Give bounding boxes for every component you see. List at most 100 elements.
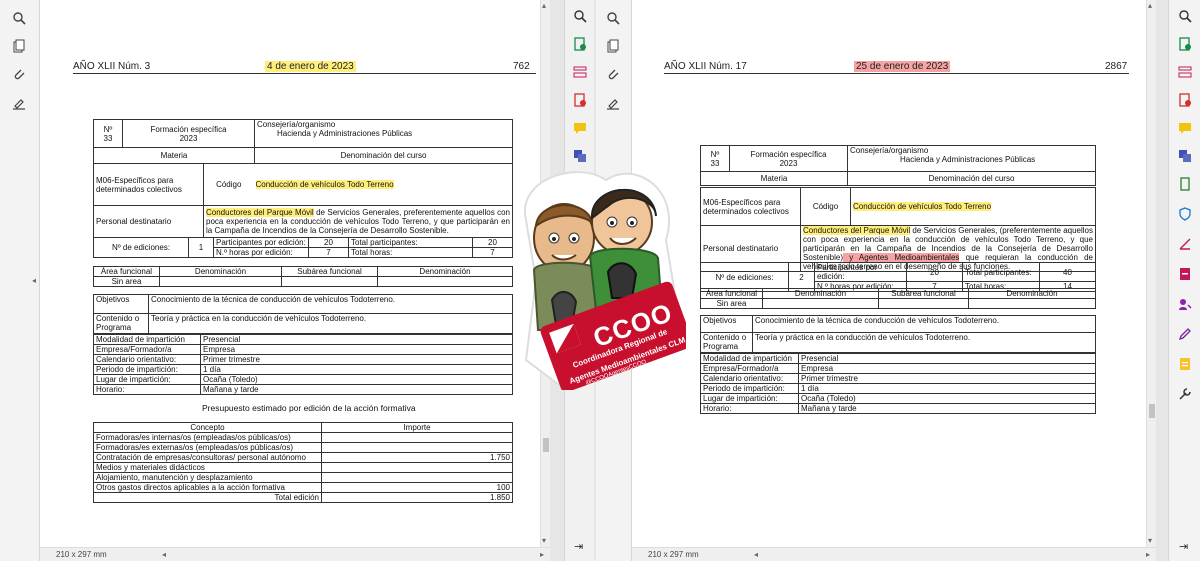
ccoo-sticker: CCOO Coordinadora Regional de Agentes Me… bbox=[506, 160, 687, 390]
attachment-icon[interactable] bbox=[605, 66, 621, 82]
detail-label: Modalidad de impartición bbox=[93, 334, 201, 345]
course-info-table: Nº 33 Formación específica 2023 Consejería… bbox=[700, 145, 1096, 186]
horas-edicion-label: N.º horas por edición: bbox=[213, 247, 309, 258]
comment-icon[interactable] bbox=[572, 120, 588, 136]
scroll-left-icon[interactable]: ◂ bbox=[162, 550, 166, 559]
attachment-icon[interactable] bbox=[11, 66, 27, 82]
scroll-up-icon[interactable]: ▴ bbox=[1148, 1, 1152, 10]
scroll-thumb[interactable] bbox=[543, 438, 549, 452]
export-pdf-icon[interactable] bbox=[1177, 36, 1193, 52]
total-edicion-label: Total edición bbox=[93, 492, 322, 503]
scroll-up-icon[interactable]: ▴ bbox=[542, 1, 546, 10]
signature-icon[interactable] bbox=[11, 96, 27, 112]
materia-value: M06-Específicos para determinados colect… bbox=[700, 187, 801, 226]
share-icon[interactable] bbox=[1177, 296, 1193, 312]
edit-pdf-icon[interactable] bbox=[1177, 92, 1193, 108]
denominacion-curso-label: Denominación del curso bbox=[254, 147, 513, 164]
zoom-icon[interactable] bbox=[572, 8, 588, 24]
personal-highlight: Conductores del Parque Móvil bbox=[206, 208, 314, 217]
right-vertical-scrollbar[interactable]: ▴ ▾ bbox=[1146, 0, 1156, 547]
budget-concepto: Contratación de empresas/consultoras/ pe… bbox=[93, 452, 322, 463]
publication-date: 4 de enero de 2023 bbox=[265, 61, 356, 72]
objetivos-table: Objetivos Conocimiento de la técnica de … bbox=[93, 294, 513, 334]
importe-label: Importe bbox=[321, 422, 513, 433]
materia-label: Materia bbox=[93, 147, 255, 164]
budget-row: Formadoras/es internas/os (empleadas/os … bbox=[93, 432, 513, 443]
objetivos-table: Objetivos Conocimiento de la técnica de … bbox=[700, 315, 1096, 353]
edit-pdf-icon[interactable] bbox=[572, 92, 588, 108]
zoom-icon[interactable] bbox=[1177, 8, 1193, 24]
area-value: Sin area bbox=[700, 298, 763, 309]
concepto-label: Concepto bbox=[93, 422, 322, 433]
compress-icon[interactable] bbox=[1177, 176, 1193, 192]
search-icon[interactable] bbox=[11, 10, 27, 26]
signature-icon[interactable] bbox=[605, 96, 621, 112]
tools-icon[interactable] bbox=[1177, 386, 1193, 402]
journal-header: AÑO XLII Núm. 17 bbox=[664, 61, 747, 72]
part-edicion-value: 20 bbox=[906, 262, 963, 282]
personal-added-text: y Agentes Medioambientales bbox=[843, 253, 960, 262]
objetivos-label: Objetivos bbox=[93, 294, 149, 314]
presupuesto-title: Presupuesto estimado por edición de la a… bbox=[202, 403, 416, 413]
detail-value: Primer trimestre bbox=[200, 354, 513, 365]
journal-header: AÑO XLII Núm. 3 bbox=[73, 61, 151, 72]
materia-table: M06-Específicos para determinados colect… bbox=[700, 187, 1096, 272]
total-horas-label: Total horas: bbox=[348, 247, 473, 258]
detail-label: Horario: bbox=[700, 403, 799, 414]
contenido-value: Teoría y práctica en la conducción de ve… bbox=[752, 332, 1096, 353]
denominacion-label: Denominación bbox=[159, 266, 282, 277]
protect-icon[interactable] bbox=[1177, 206, 1193, 222]
search-icon[interactable] bbox=[605, 10, 621, 26]
expand-arrow-icon[interactable]: ⇥ bbox=[1179, 540, 1188, 553]
pages-icon[interactable] bbox=[11, 38, 27, 54]
total-part-label: Total participantes: bbox=[348, 237, 473, 248]
detail-label: Periodo de impartición: bbox=[700, 383, 799, 394]
objetivos-value: Conocimiento de la técnica de conducción… bbox=[148, 294, 513, 314]
edit-icon[interactable] bbox=[1177, 326, 1193, 342]
export-pdf-icon[interactable] bbox=[572, 36, 588, 52]
budget-concepto: Alojamiento, manutención y desplazamient… bbox=[93, 472, 322, 483]
fill-sign-icon[interactable] bbox=[1177, 236, 1193, 252]
translate-icon[interactable] bbox=[1177, 148, 1193, 164]
budget-importe bbox=[321, 432, 513, 443]
detail-row: Horario: Mañana y tarde bbox=[700, 403, 1096, 414]
budget-row: Contratación de empresas/consultoras/ pe… bbox=[93, 452, 513, 463]
fill-icon[interactable] bbox=[1177, 356, 1193, 372]
right-viewer: AÑO XLII Núm. 17 25 de enero de 2023 286… bbox=[596, 0, 1200, 561]
detail-row: Calendario orientativo: Primer trimestre bbox=[700, 373, 1096, 384]
budget-importe: 1.750 bbox=[321, 452, 513, 463]
area-table: Área funcional Denominación Subárea func… bbox=[700, 288, 1096, 309]
ediciones-table: Nº de ediciones: 1 Participantes por edi… bbox=[93, 237, 513, 258]
consejeria-label: Consejería/organismo bbox=[257, 120, 336, 129]
detail-label: Empresa/Formador/a bbox=[93, 344, 201, 355]
scroll-down-icon[interactable]: ▾ bbox=[1148, 536, 1152, 545]
detail-row: Empresa/Formador/a Empresa bbox=[700, 363, 1096, 374]
scroll-thumb[interactable] bbox=[1149, 404, 1155, 418]
scroll-right-icon[interactable]: ▸ bbox=[540, 550, 544, 559]
organize-icon[interactable] bbox=[1177, 64, 1193, 80]
detail-row: Periodo de impartición: 1 día bbox=[93, 364, 513, 375]
course-info-table: Nº 33 Formación específica 2023 Consejería… bbox=[93, 119, 513, 164]
scroll-right-icon[interactable]: ▸ bbox=[1146, 550, 1150, 559]
scroll-left-icon[interactable]: ◂ bbox=[754, 550, 758, 559]
collapse-arrow-icon[interactable]: ◂ bbox=[32, 276, 36, 285]
denominacion-curso-label: Denominación del curso bbox=[847, 171, 1096, 186]
details-table: Modalidad de impartición Presencial Empre… bbox=[700, 353, 1096, 414]
contenido-label: Contenido o Programa bbox=[93, 313, 149, 334]
objetivos-value: Conocimiento de la técnica de conducción… bbox=[752, 315, 1096, 333]
comment-icon[interactable] bbox=[1177, 120, 1193, 136]
detail-value: Empresa bbox=[200, 344, 513, 355]
detail-label: Empresa/Formador/a bbox=[700, 363, 799, 374]
budget-concepto: Formadoras/es externas/os (empleadas/os … bbox=[93, 442, 322, 453]
pages-icon[interactable] bbox=[605, 38, 621, 54]
detail-row: Lugar de impartición: Ocaña (Toledo) bbox=[700, 393, 1096, 404]
detail-value: Ocaña (Toledo) bbox=[798, 393, 1096, 404]
right-status-bar: 210 x 297 mm ◂ ▸ bbox=[632, 547, 1156, 561]
materia-value: M06-Específicos para determinados colect… bbox=[93, 163, 204, 206]
consejeria-value: Hacienda y Administraciones Públicas bbox=[900, 155, 1036, 164]
course-name: Conducción de vehículos Todo Terreno bbox=[853, 202, 992, 211]
organize-icon[interactable] bbox=[572, 64, 588, 80]
expand-arrow-icon[interactable]: ⇥ bbox=[574, 540, 583, 553]
scroll-down-icon[interactable]: ▾ bbox=[542, 536, 546, 545]
create-pdf-icon[interactable] bbox=[1177, 266, 1193, 282]
